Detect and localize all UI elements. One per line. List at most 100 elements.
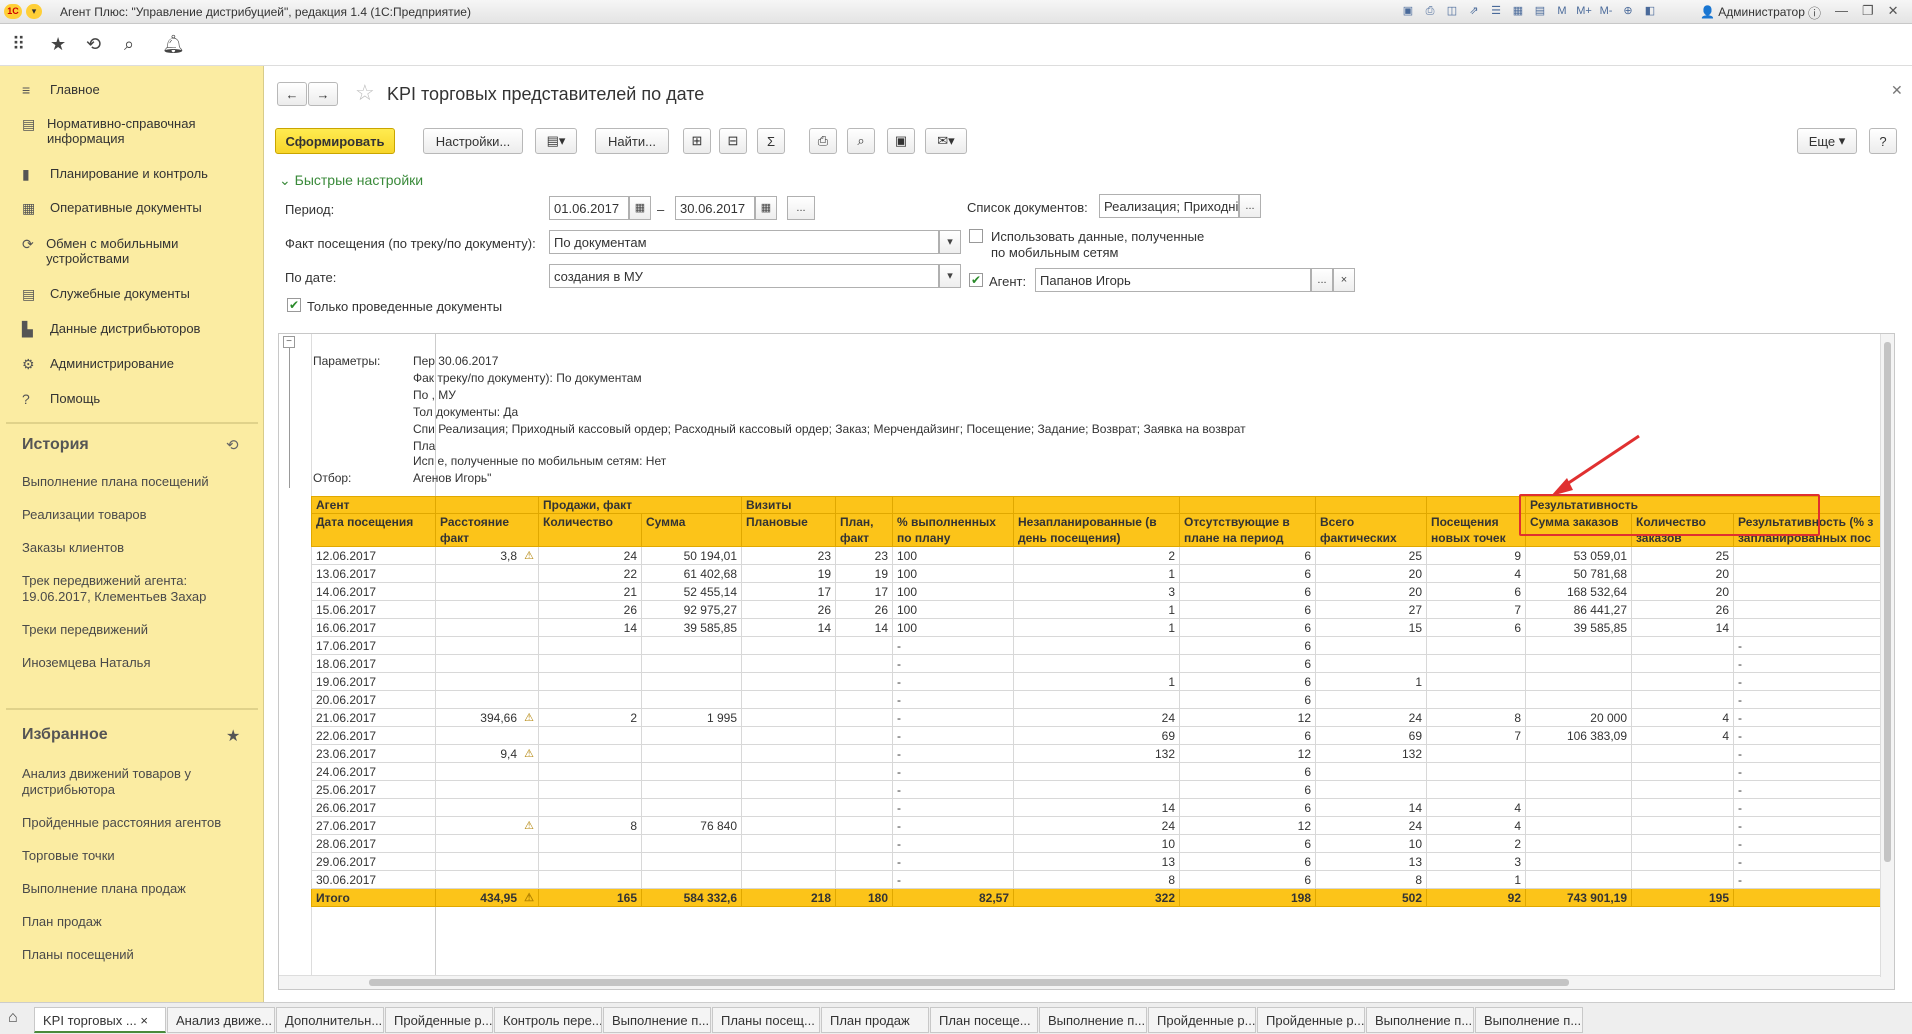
table-cell[interactable] — [538, 654, 642, 673]
table-cell[interactable] — [741, 690, 836, 709]
maximize-icon[interactable]: ❐ — [1862, 3, 1874, 22]
close-form-icon[interactable]: ✕ — [1891, 82, 1903, 99]
table-cell[interactable]: 23.06.2017 — [311, 744, 436, 763]
table-cell[interactable] — [538, 762, 642, 781]
main-menu-icon[interactable]: ▾ — [26, 4, 42, 19]
help-button[interactable]: ? — [1869, 128, 1897, 154]
window-tab[interactable]: Дополнительн... — [276, 1007, 384, 1033]
table-cell[interactable]: 17.06.2017 — [311, 636, 436, 655]
table-cell[interactable]: 6 — [1179, 834, 1316, 853]
history-item[interactable]: Реализации товаров — [22, 507, 252, 523]
table-cell[interactable] — [641, 744, 742, 763]
preview-button[interactable]: ⌕ — [847, 128, 875, 154]
sum-button[interactable]: Σ — [757, 128, 785, 154]
table-cell[interactable] — [1631, 690, 1734, 709]
table-cell[interactable]: 50 781,68 — [1525, 564, 1632, 583]
table-cell[interactable]: 6 — [1179, 564, 1316, 583]
table-cell[interactable] — [1631, 834, 1734, 853]
table-cell[interactable]: 13 — [1013, 852, 1180, 871]
table-cell[interactable]: - — [892, 762, 1014, 781]
table-cell[interactable]: - — [892, 726, 1014, 745]
table-cell[interactable] — [1733, 600, 1886, 619]
by-date-dropdown-button[interactable]: ▾ — [939, 264, 961, 288]
table-cell[interactable]: 25 — [1631, 546, 1734, 565]
table-cell[interactable] — [1525, 672, 1632, 691]
table-cell[interactable]: 20 — [1631, 582, 1734, 601]
table-cell[interactable]: 16.06.2017 — [311, 618, 436, 637]
table-cell[interactable] — [435, 618, 539, 637]
table-cell[interactable]: - — [1733, 798, 1886, 817]
table-cell[interactable] — [1013, 780, 1180, 799]
table-cell[interactable]: 7 — [1426, 726, 1526, 745]
table-cell[interactable]: 8 — [1315, 870, 1427, 889]
sidebar-item-mobile-exchange[interactable]: ⟳ Обмен с мобильными устройствами — [22, 236, 222, 266]
table-cell[interactable] — [835, 870, 893, 889]
table-cell[interactable]: - — [1733, 816, 1886, 835]
sidebar-item-admin[interactable]: ⚙ Администрирование — [22, 356, 174, 373]
table-cell[interactable] — [435, 582, 539, 601]
window-tab[interactable]: Пройденные р... — [385, 1007, 493, 1033]
table-cell[interactable] — [641, 834, 742, 853]
user-name[interactable]: 👤 Администратор — [1700, 5, 1805, 19]
table-cell[interactable] — [835, 798, 893, 817]
table-cell[interactable] — [1733, 546, 1886, 565]
table-cell[interactable]: 4 — [1631, 726, 1734, 745]
table-cell[interactable]: 14.06.2017 — [311, 582, 436, 601]
table-total-cell[interactable] — [1733, 888, 1886, 907]
table-cell[interactable]: - — [1733, 672, 1886, 691]
favorite-item[interactable]: Планы посещений — [22, 947, 252, 963]
table-cell[interactable]: 19 — [835, 564, 893, 583]
table-cell[interactable] — [1315, 762, 1427, 781]
table-cell[interactable]: 168 532,64 — [1525, 582, 1632, 601]
table-cell[interactable] — [641, 762, 742, 781]
table-cell[interactable]: 6 — [1179, 654, 1316, 673]
table-cell[interactable]: 6 — [1179, 546, 1316, 565]
history-item[interactable]: Выполнение плана посещений — [22, 474, 252, 490]
table-cell[interactable]: 8 — [1013, 870, 1180, 889]
doc-list-field[interactable]: Реализация; Приходні — [1099, 194, 1239, 218]
table-cell[interactable]: - — [1733, 726, 1886, 745]
table-cell[interactable] — [1733, 618, 1886, 637]
table-total-cell[interactable]: 82,57 — [892, 888, 1014, 907]
history-item[interactable]: Иноземцева Наталья — [22, 655, 252, 671]
table-cell[interactable] — [641, 726, 742, 745]
table-cell[interactable]: 24 — [1013, 708, 1180, 727]
use-mobile-checkbox[interactable] — [969, 229, 983, 243]
table-cell[interactable]: 6 — [1179, 870, 1316, 889]
table-cell[interactable]: 14 — [1631, 618, 1734, 637]
table-total-cell[interactable]: 434,95 ⚠ — [435, 888, 539, 907]
table-cell[interactable] — [538, 726, 642, 745]
table-cell[interactable] — [1525, 744, 1632, 763]
table-cell[interactable]: 26 — [835, 600, 893, 619]
window-tab[interactable]: Выполнение п... — [1366, 1007, 1474, 1033]
apps-grid-icon[interactable]: ⠿ — [12, 34, 25, 55]
table-cell[interactable]: - — [892, 744, 1014, 763]
table-cell[interactable] — [641, 654, 742, 673]
window-tab[interactable]: Пройденные р... — [1257, 1007, 1365, 1033]
favorites-star-icon[interactable]: ★ — [226, 726, 240, 746]
window-tab[interactable]: Анализ движе... — [167, 1007, 275, 1033]
table-cell[interactable] — [641, 690, 742, 709]
table-cell[interactable] — [435, 780, 539, 799]
favorite-item[interactable]: Выполнение плана продаж — [22, 881, 252, 897]
table-cell[interactable]: 10 — [1013, 834, 1180, 853]
table-cell[interactable]: 20 000 — [1525, 708, 1632, 727]
table-cell[interactable]: 1 — [1315, 672, 1427, 691]
table-cell[interactable]: 6 — [1179, 672, 1316, 691]
table-cell[interactable] — [741, 708, 836, 727]
warning-icon[interactable]: ⚠ — [520, 748, 534, 760]
table-cell[interactable]: 18.06.2017 — [311, 654, 436, 673]
table-cell[interactable] — [538, 780, 642, 799]
table-cell[interactable]: 26 — [741, 600, 836, 619]
table-cell[interactable] — [1631, 870, 1734, 889]
preview-icon[interactable]: ◫ — [1444, 3, 1460, 19]
date-from-field[interactable]: 01.06.2017 — [549, 196, 629, 220]
table-cell[interactable]: 14 — [1013, 798, 1180, 817]
table-cell[interactable] — [538, 798, 642, 817]
more-button[interactable]: Еще ▾ — [1797, 128, 1857, 154]
table-cell[interactable]: 17 — [835, 582, 893, 601]
doc-list-select-button[interactable]: ... — [1239, 194, 1261, 218]
table-cell[interactable] — [835, 690, 893, 709]
window-tab[interactable]: Выполнение п... — [1475, 1007, 1583, 1033]
memory-m-icon[interactable]: M — [1554, 3, 1570, 19]
